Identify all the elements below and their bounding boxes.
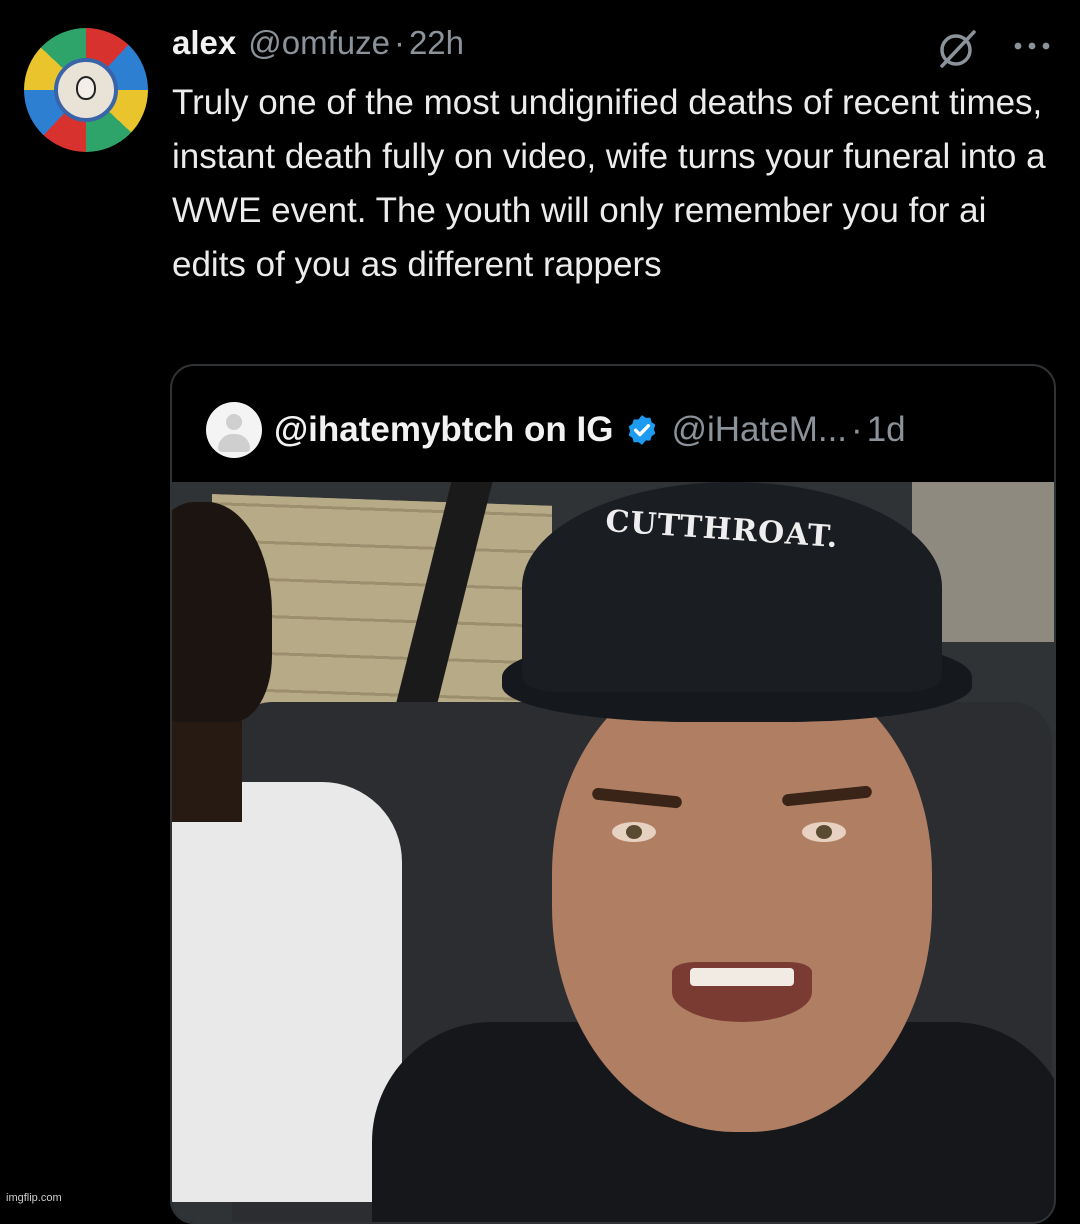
tweet[interactable]: alex @omfuze · 22h Truly one of the most…: [0, 0, 1080, 1224]
quoted-media-video[interactable]: CUTTHROAT.: [172, 482, 1054, 1222]
left-eye: [612, 822, 656, 842]
verified-badge-icon: [629, 415, 656, 445]
timestamp[interactable]: 22h: [409, 24, 464, 62]
avatar-portrait: [54, 58, 118, 122]
author-name[interactable]: alex: [172, 24, 236, 62]
left-eyebrow: [591, 787, 683, 809]
default-avatar-body: [218, 434, 250, 452]
grok-icon[interactable]: [936, 28, 980, 68]
more-options-icon[interactable]: [1012, 36, 1052, 56]
right-eyebrow: [781, 785, 873, 807]
teeth: [690, 968, 794, 986]
quoted-author-name[interactable]: @ihatemybtch on IG: [274, 410, 613, 450]
tweet-header: alex @omfuze · 22h: [172, 24, 464, 68]
quoted-author-handle[interactable]: @iHateM...: [671, 410, 847, 450]
quoted-tweet[interactable]: @ihatemybtch on IG @iHateM... · 1d CUTTH…: [170, 364, 1056, 1224]
author-handle[interactable]: @omfuze: [248, 24, 390, 62]
default-avatar-head: [226, 414, 242, 430]
right-eye: [802, 822, 846, 842]
main-person-face: [552, 662, 932, 1132]
quoted-author-line: @ihatemybtch on IG @iHateM... · 1d: [274, 402, 906, 458]
left-person-shirt: [172, 782, 402, 1202]
watermark: imgflip.com: [6, 1192, 62, 1204]
quoted-separator-dot: ·: [851, 410, 863, 449]
avatar-face: [76, 76, 96, 100]
tweet-text: Truly one of the most undignified deaths…: [172, 83, 1046, 284]
quoted-timestamp[interactable]: 1d: [867, 410, 906, 450]
separator-dot: ·: [393, 24, 405, 61]
quoted-tweet-header: @ihatemybtch on IG @iHateM... · 1d: [172, 366, 1054, 482]
avatar[interactable]: [24, 28, 148, 152]
quoted-avatar[interactable]: [206, 402, 262, 458]
